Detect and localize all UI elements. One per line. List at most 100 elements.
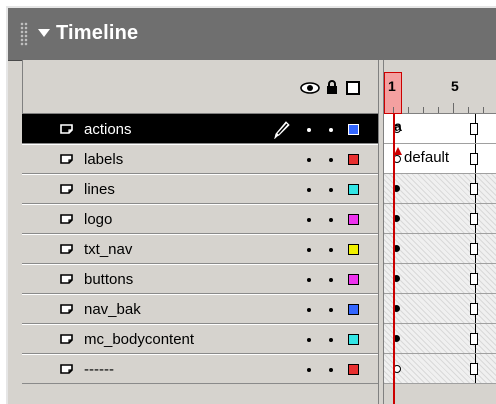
outline-color-swatch[interactable] bbox=[348, 274, 359, 285]
layer-row[interactable]: lines bbox=[22, 174, 378, 204]
layer-row[interactable]: buttons bbox=[22, 264, 378, 294]
layer-icon bbox=[60, 244, 73, 254]
active-layer-icon bbox=[60, 124, 73, 134]
layer-name: mc_bodycontent bbox=[84, 331, 195, 348]
frame-row[interactable] bbox=[384, 324, 496, 354]
lock-toggle[interactable] bbox=[329, 338, 333, 342]
lock-icon[interactable] bbox=[326, 80, 338, 94]
ruler-tick bbox=[393, 107, 394, 113]
layer-icon bbox=[60, 184, 73, 194]
layer-row[interactable]: mc_bodycontent bbox=[22, 324, 378, 354]
end-frame-marker[interactable] bbox=[470, 243, 478, 255]
layer-name: buttons bbox=[84, 271, 134, 288]
layer-row[interactable]: nav_bak bbox=[22, 294, 378, 324]
lock-toggle[interactable] bbox=[329, 368, 333, 372]
visibility-toggle[interactable] bbox=[307, 218, 311, 222]
outline-color-swatch[interactable] bbox=[348, 124, 359, 135]
frames-empty-area bbox=[384, 384, 496, 404]
end-frame-marker[interactable] bbox=[470, 153, 478, 165]
frame-action-marker: a bbox=[394, 118, 402, 134]
frame-row[interactable]: default bbox=[384, 144, 496, 174]
lock-toggle[interactable] bbox=[329, 128, 333, 132]
visibility-toggle[interactable] bbox=[307, 128, 311, 132]
eye-icon[interactable] bbox=[300, 82, 320, 94]
layer-list: actions labels lines logo txt_navbuttons nav_… bbox=[22, 60, 378, 404]
lock-toggle[interactable] bbox=[329, 218, 333, 222]
end-frame-marker[interactable] bbox=[470, 213, 478, 225]
ruler-tick bbox=[468, 107, 469, 113]
frame-number: 5 bbox=[451, 78, 459, 94]
layer-name: actions bbox=[84, 121, 132, 138]
visibility-toggle[interactable] bbox=[307, 338, 311, 342]
layer-icon bbox=[60, 334, 73, 344]
outline-color-swatch[interactable] bbox=[348, 184, 359, 195]
end-frame-marker[interactable] bbox=[470, 303, 478, 315]
visibility-toggle[interactable] bbox=[307, 278, 311, 282]
layer-row[interactable]: labels bbox=[22, 144, 378, 174]
lock-toggle[interactable] bbox=[329, 158, 333, 162]
layer-name: lines bbox=[84, 181, 115, 198]
layer-icon bbox=[60, 214, 73, 224]
frame-row[interactable]: a bbox=[384, 114, 496, 144]
end-frame-marker[interactable] bbox=[470, 333, 478, 345]
outline-color-swatch[interactable] bbox=[348, 244, 359, 255]
outline-icon[interactable] bbox=[346, 81, 360, 95]
end-frame-marker[interactable] bbox=[470, 363, 478, 375]
lock-toggle[interactable] bbox=[329, 308, 333, 312]
outline-color-swatch[interactable] bbox=[348, 214, 359, 225]
layer-row[interactable]: logo bbox=[22, 204, 378, 234]
lock-toggle[interactable] bbox=[329, 278, 333, 282]
layer-name: nav_bak bbox=[84, 301, 141, 318]
frame-row[interactable] bbox=[384, 354, 496, 384]
layer-name: txt_nav bbox=[84, 241, 133, 258]
outline-color-swatch[interactable] bbox=[348, 154, 359, 165]
frame-ruler[interactable]: 1 5 bbox=[384, 60, 496, 114]
frame-row[interactable] bbox=[384, 264, 496, 294]
visibility-toggle[interactable] bbox=[307, 368, 311, 372]
end-frame-marker[interactable] bbox=[470, 123, 478, 135]
pencil-icon bbox=[274, 121, 290, 139]
layer-icon bbox=[60, 304, 73, 314]
frame-row[interactable] bbox=[384, 294, 496, 324]
end-frame-marker[interactable] bbox=[470, 183, 478, 195]
ruler-tick bbox=[408, 107, 409, 113]
layer-name: ------ bbox=[84, 361, 114, 378]
layer-list-header bbox=[22, 60, 378, 114]
panel-title: Timeline bbox=[56, 22, 139, 44]
layer-row[interactable]: txt_nav bbox=[22, 234, 378, 264]
layer-icon bbox=[60, 274, 73, 284]
layer-row[interactable]: actions bbox=[22, 114, 378, 144]
frame-row[interactable] bbox=[384, 174, 496, 204]
timeline-panel: Timeline actions labels lines logo txt_navbu… bbox=[6, 6, 496, 404]
layer-name: labels bbox=[84, 151, 124, 168]
drag-grip-icon[interactable] bbox=[20, 22, 28, 46]
ruler-tick bbox=[453, 103, 454, 113]
outline-color-swatch[interactable] bbox=[348, 334, 359, 345]
visibility-toggle[interactable] bbox=[307, 158, 311, 162]
layer-list-empty-area bbox=[22, 394, 378, 404]
layer-name: logo bbox=[84, 211, 113, 228]
layer-row[interactable]: ------ bbox=[22, 354, 378, 384]
lock-toggle[interactable] bbox=[329, 248, 333, 252]
frames-area: 1 5 a default bbox=[384, 60, 496, 404]
frame-row[interactable] bbox=[384, 234, 496, 264]
visibility-toggle[interactable] bbox=[307, 248, 311, 252]
end-frame-marker[interactable] bbox=[470, 273, 478, 285]
lock-toggle[interactable] bbox=[329, 188, 333, 192]
ruler-tick bbox=[483, 107, 484, 113]
ruler-tick bbox=[438, 107, 439, 113]
panel-titlebar[interactable]: Timeline bbox=[8, 8, 496, 61]
frame-label-flag-icon bbox=[394, 147, 402, 155]
layer-icon bbox=[60, 364, 73, 374]
frame-label: default bbox=[404, 149, 450, 166]
layer-icon bbox=[60, 154, 73, 164]
ruler-tick bbox=[423, 107, 424, 113]
playhead-line bbox=[393, 114, 395, 404]
visibility-toggle[interactable] bbox=[307, 308, 311, 312]
outline-color-swatch[interactable] bbox=[348, 304, 359, 315]
outline-color-swatch[interactable] bbox=[348, 364, 359, 375]
visibility-toggle[interactable] bbox=[307, 188, 311, 192]
collapse-arrow-icon[interactable] bbox=[38, 29, 50, 37]
frame-row[interactable] bbox=[384, 204, 496, 234]
frame-number: 1 bbox=[388, 78, 396, 94]
